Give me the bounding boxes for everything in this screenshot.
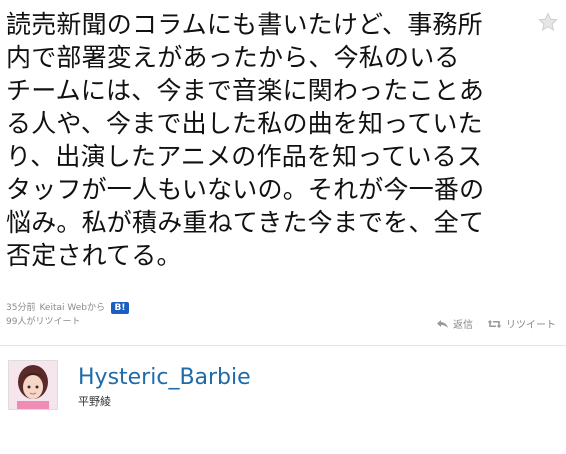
- timestamp-row: 35分前 Keitai Webから B!: [6, 301, 129, 315]
- reply-label: 返信: [453, 320, 473, 331]
- author-real-name: 平野綾: [78, 395, 111, 408]
- tweet-text-line: り、出演したアニメの作品を知っているス: [6, 142, 483, 171]
- tweet-text-line: 否定されてる。: [6, 241, 182, 270]
- tweet-actions: 返信 リツイート: [436, 316, 556, 331]
- author-info: Hysteric_Barbie 平野綾: [78, 360, 251, 409]
- timestamp[interactable]: 35分前: [6, 301, 35, 315]
- tweet-text-line: る人や、今まで出した私の曲を知っていた: [6, 109, 483, 138]
- tweet-text-line: 内で部署変えがあったから、今私のいる: [6, 43, 460, 72]
- tweet-source[interactable]: Keitai Webから: [39, 301, 105, 315]
- tweet-text-line: タッフが一人もいないの。それが今一番の: [6, 175, 485, 204]
- retweet-icon: [487, 319, 502, 328]
- tweet-meta: 35分前 Keitai Webから B! 99人がリツイート: [6, 301, 129, 329]
- tweet: 読売新聞のコラムにも書いたけど、事務所 内で部署変えがあったから、今私のいる チ…: [0, 0, 566, 454]
- reply-icon: [437, 319, 448, 328]
- tweet-text: 読売新聞のコラムにも書いたけど、事務所 内で部署変えがあったから、今私のいる チ…: [6, 8, 521, 272]
- avatar[interactable]: [8, 360, 58, 410]
- retweet-count[interactable]: 99人がリツイート: [6, 315, 80, 329]
- tweet-text-line: 悩み。私が積み重ねてきた今までを、全て: [6, 208, 485, 237]
- retweet-button[interactable]: リツイート: [487, 316, 556, 331]
- author-screen-name[interactable]: Hysteric_Barbie: [78, 365, 251, 391]
- star-icon[interactable]: [538, 12, 558, 32]
- retweet-label: リツイート: [506, 320, 556, 331]
- tweet-text-line: 読売新聞のコラムにも書いたけど、事務所: [6, 10, 483, 39]
- avatar-image: [9, 361, 57, 409]
- author-card: Hysteric_Barbie 平野綾: [8, 360, 251, 410]
- hatena-bookmark-icon[interactable]: B!: [110, 302, 129, 314]
- reply-button[interactable]: 返信: [436, 316, 473, 331]
- tweet-text-line: チームには、今まで音楽に関わったことあ: [6, 76, 485, 105]
- divider: [0, 345, 566, 346]
- retweet-count-row: 99人がリツイート: [6, 315, 129, 329]
